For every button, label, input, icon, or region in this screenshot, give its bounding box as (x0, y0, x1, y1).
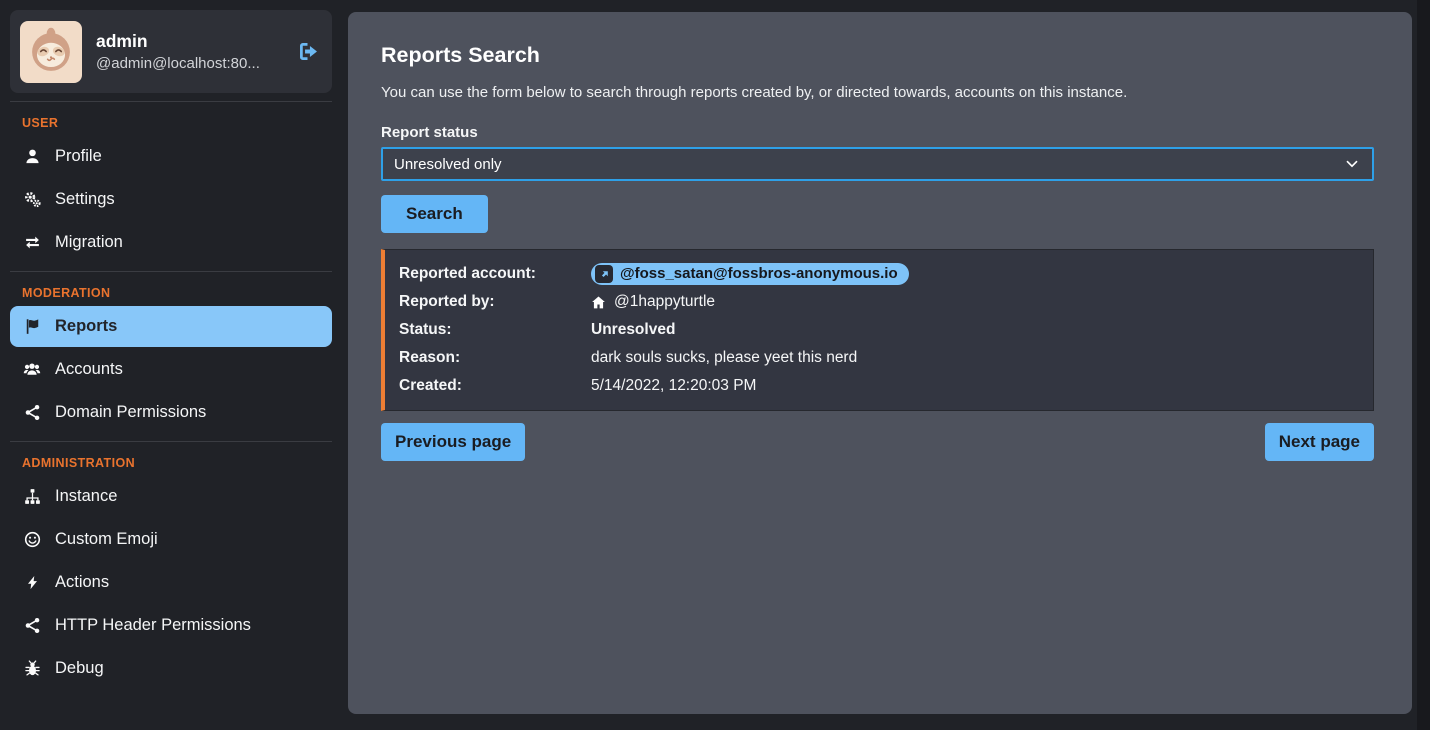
page-title: Reports Search (381, 43, 1374, 68)
sidebar-divider (10, 101, 332, 102)
sidebar-divider (10, 441, 332, 442)
sidebar-item-http-header-permissions[interactable]: HTTP Header Permissions (10, 605, 332, 646)
flag-icon (22, 318, 42, 335)
sidebar-item-label: Custom Emoji (55, 530, 158, 549)
sidebar-item-domain-permissions[interactable]: Domain Permissions (10, 392, 332, 433)
report-card[interactable]: Reported account: @foss_satan@fossbros-a… (381, 249, 1374, 411)
sidebar-item-instance[interactable]: Instance (10, 476, 332, 517)
sidebar-item-label: HTTP Header Permissions (55, 616, 251, 635)
report-status-selected-value: Unresolved only (394, 156, 502, 173)
sidebar-divider (10, 271, 332, 272)
sidebar-item-label: Migration (55, 233, 123, 252)
report-status-value: Unresolved (591, 317, 1359, 343)
sidebar-item-label: Reports (55, 317, 117, 336)
report-status-select[interactable]: Unresolved only (381, 147, 1374, 181)
sidebar-item-profile[interactable]: Profile (10, 136, 332, 177)
section-label-moderation: MODERATION (22, 286, 332, 300)
settings-app: admin @admin@localhost:80... USER (0, 0, 1430, 730)
transfer-arrows-icon (22, 234, 42, 251)
share-nodes-icon (22, 617, 42, 634)
sidebar-item-label: Profile (55, 147, 102, 166)
report-row-label: Created: (399, 373, 591, 399)
sidebar-item-label: Accounts (55, 360, 123, 379)
main-panel: Reports Search You can use the form belo… (348, 12, 1412, 714)
sidebar: admin @admin@localhost:80... USER (0, 0, 348, 730)
report-created-value: 5/14/2022, 12:20:03 PM (591, 373, 1359, 399)
user-handle: @admin@localhost:80... (96, 55, 260, 72)
sign-out-icon[interactable] (297, 40, 320, 63)
sidebar-item-label: Settings (55, 190, 115, 209)
report-row-label: Reported account: (399, 261, 591, 287)
scrollbar[interactable] (1417, 0, 1430, 730)
pagination: Previous page Next page (381, 423, 1374, 461)
sidebar-item-settings[interactable]: Settings (10, 179, 332, 220)
sidebar-item-debug[interactable]: Debug (10, 648, 332, 689)
reported-account-link[interactable]: @foss_satan@fossbros-anonymous.io (591, 263, 909, 285)
users-icon (22, 361, 42, 379)
share-nodes-icon (22, 404, 42, 421)
sidebar-item-label: Debug (55, 659, 104, 678)
sidebar-item-migration[interactable]: Migration (10, 222, 332, 263)
reported-account-handle: @foss_satan@fossbros-anonymous.io (620, 265, 898, 283)
sidebar-item-label: Actions (55, 573, 109, 592)
user-name: admin (96, 31, 260, 52)
sidebar-item-accounts[interactable]: Accounts (10, 349, 332, 390)
report-row-label: Reported by: (399, 289, 591, 315)
sidebar-section-administration: ADMINISTRATION Instance (10, 456, 332, 689)
gears-icon (22, 191, 42, 208)
next-page-button[interactable]: Next page (1265, 423, 1374, 461)
bug-icon (22, 660, 42, 677)
search-button[interactable]: Search (381, 195, 488, 233)
sidebar-section-user: USER Profile (10, 116, 332, 263)
user-icon (22, 148, 42, 165)
report-reason-value: dark souls sucks, please yeet this nerd (591, 345, 1359, 371)
bolt-icon (22, 575, 42, 590)
sidebar-item-reports[interactable]: Reports (10, 306, 332, 347)
smiley-icon (22, 531, 42, 548)
page-description: You can use the form below to search thr… (381, 84, 1374, 101)
home-icon (591, 295, 606, 310)
reporter-handle: @1happyturtle (614, 289, 715, 315)
sidebar-section-moderation: MODERATION Reports (10, 286, 332, 433)
report-status-label: Report status (381, 124, 1374, 141)
report-row-label: Status: (399, 317, 591, 343)
external-link-icon (595, 265, 613, 283)
avatar (20, 21, 82, 83)
sidebar-item-actions[interactable]: Actions (10, 562, 332, 603)
user-info: admin @admin@localhost:80... (96, 31, 260, 72)
sidebar-item-label: Domain Permissions (55, 403, 206, 422)
sidebar-item-label: Instance (55, 487, 117, 506)
sidebar-item-custom-emoji[interactable]: Custom Emoji (10, 519, 332, 560)
report-row-label: Reason: (399, 345, 591, 371)
section-label-user: USER (22, 116, 332, 130)
chevron-down-icon (1346, 160, 1358, 168)
section-label-administration: ADMINISTRATION (22, 456, 332, 470)
sitemap-icon (22, 488, 42, 505)
previous-page-button[interactable]: Previous page (381, 423, 525, 461)
user-card[interactable]: admin @admin@localhost:80... (10, 10, 332, 93)
